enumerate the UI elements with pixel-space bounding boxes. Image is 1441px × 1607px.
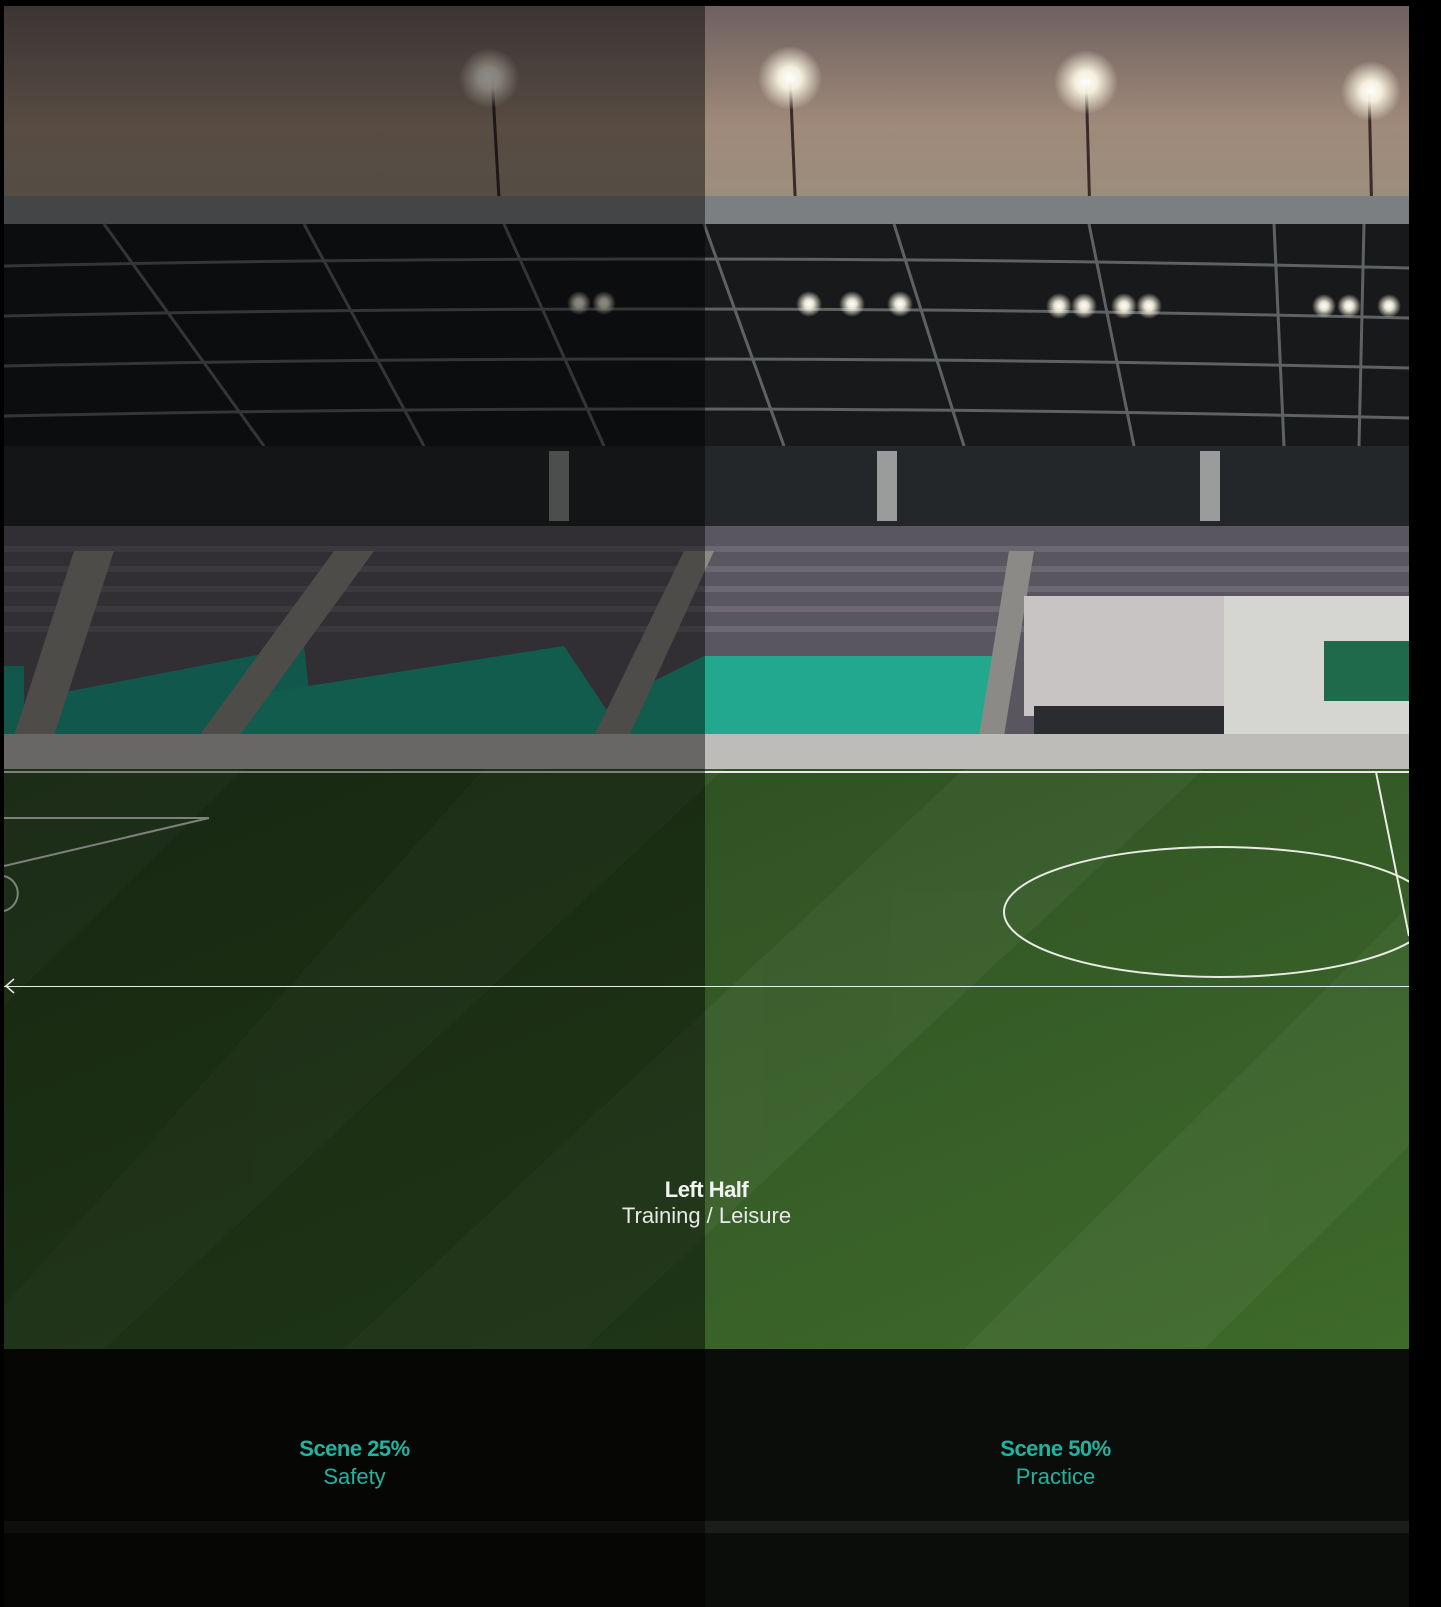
scene-option-50[interactable]: Scene 50% Practice (705, 1436, 1406, 1490)
zone-title: Left Half (664, 1177, 749, 1202)
scene-option-25[interactable]: Scene 25% Safety (4, 1436, 705, 1490)
scene-description: Safety (323, 1464, 386, 1489)
dimmed-left-half-overlay (4, 6, 705, 1607)
zone-subtitle: Training / Leisure (621, 1203, 792, 1228)
scene-description: Practice (1015, 1464, 1096, 1489)
scene-name: Scene 25% (299, 1436, 410, 1461)
scene-name: Scene 50% (1000, 1436, 1111, 1461)
comparison-slider-track[interactable] (4, 986, 1409, 987)
arrow-left-icon[interactable] (4, 976, 18, 996)
lighting-comparison-viewer: Left Half Training / Leisure Scene 25% S… (4, 6, 1409, 1607)
